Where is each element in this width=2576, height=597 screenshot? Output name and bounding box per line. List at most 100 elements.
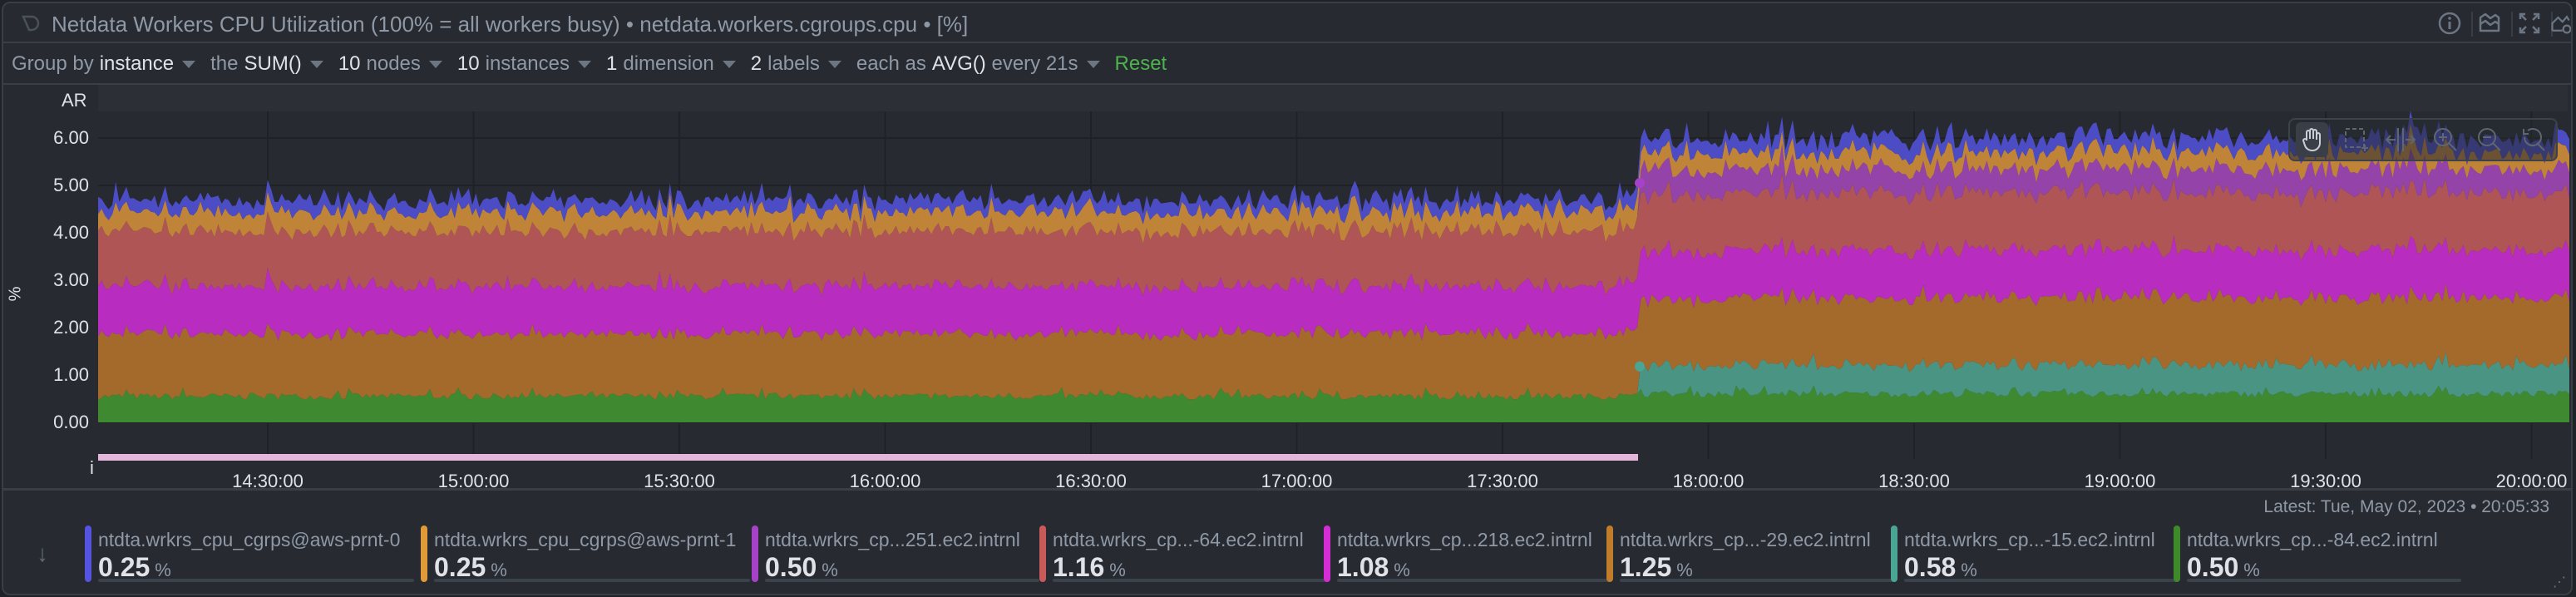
- time-aggregation-dropdown[interactable]: each as AVG() every 21s: [856, 52, 1100, 76]
- legend-bar: [1904, 579, 2179, 582]
- legend-value: 0.50: [765, 552, 817, 582]
- pan-button[interactable]: [2296, 122, 2329, 157]
- labels-dropdown[interactable]: 2 labels: [751, 52, 841, 76]
- instances-label: instances: [485, 52, 570, 75]
- legend-color-swatch: [2174, 525, 2180, 582]
- legend-item[interactable]: ntdta.wrkrs_cp...-29.ec2.intrnl 1.25%: [1606, 525, 1894, 584]
- legend-bar: [1337, 579, 1611, 582]
- group-by-value: instance: [99, 52, 175, 75]
- chart-type-icon[interactable]: [2476, 10, 2503, 37]
- latest-timestamp: Latest: Tue, May 02, 2023 • 20:05:33: [2263, 497, 2549, 516]
- pan-icon: [2302, 128, 2321, 151]
- reset-button[interactable]: Reset: [1115, 52, 1167, 76]
- series-start-marker: [1635, 178, 1645, 189]
- legend-bar: [98, 579, 414, 582]
- sort-down-arrow-icon[interactable]: ↓: [37, 540, 48, 567]
- legend-value: 0.50: [2187, 552, 2239, 582]
- time-aggregation-value: AVG(): [931, 52, 986, 75]
- legend-bar: [434, 579, 750, 582]
- nodes-dropdown[interactable]: 10 nodes: [338, 52, 442, 76]
- info-icon[interactable]: [2436, 10, 2463, 37]
- legend-label: ntdta.wrkrs_cp...218.ec2.intrnl: [1337, 529, 1592, 550]
- select-zoom-icon: [2345, 128, 2369, 151]
- zoom-in-icon: [2433, 128, 2457, 151]
- chevron-down-icon: [309, 60, 323, 68]
- dimensions-label: dimension: [623, 52, 714, 75]
- series-start-marker: [1635, 361, 1645, 372]
- group-by-dropdown[interactable]: Group by instance: [12, 52, 196, 76]
- aggregation-dropdown[interactable]: the SUM(): [210, 52, 323, 76]
- chevron-down-icon: [578, 60, 591, 68]
- legend-color-swatch: [421, 525, 427, 582]
- legend-unit: %: [155, 560, 171, 580]
- separator: [2511, 12, 2513, 37]
- legend-bar: [2187, 579, 2461, 582]
- legend-value: 0.58: [1904, 552, 1957, 582]
- legend-color-swatch: [1606, 525, 1613, 582]
- highlight-icon: [2386, 128, 2416, 151]
- legend-item[interactable]: ntdta.wrkrs_cpu_cgrps@aws-prnt-1 0.25%: [421, 525, 750, 584]
- nodes-count: 10: [338, 52, 361, 75]
- aggregation-value: SUM(): [244, 52, 302, 75]
- chevron-down-icon: [1086, 60, 1100, 68]
- chart-header: Netdata Workers CPU Utilization (100% = …: [3, 3, 2571, 43]
- legend-color-swatch: [1891, 525, 1897, 582]
- zoom-out-button[interactable]: [2467, 120, 2511, 160]
- legend-bar: [1620, 579, 1894, 582]
- legend-unit: %: [1109, 560, 1126, 580]
- chart-title: Netdata Workers CPU Utilization (100% = …: [52, 12, 969, 37]
- legend-value: 1.08: [1337, 552, 1389, 582]
- select-zoom-button[interactable]: [2334, 120, 2378, 160]
- dimensions-count: 1: [606, 52, 618, 75]
- legend-item[interactable]: ntdta.wrkrs_cp...-15.ec2.intrnl 0.58%: [1891, 525, 2179, 584]
- legend-label: ntdta.wrkrs_cpu_cgrps@aws-prnt-1: [434, 529, 737, 550]
- highlight-button[interactable]: [2379, 120, 2423, 160]
- chart-area[interactable]: AR % 6.00 5.00 4.00 3.00 2.00 1.00 0.00 i 14:3…: [3, 85, 2573, 491]
- legend-color-swatch: [1324, 525, 1330, 582]
- legend-label: ntdta.wrkrs_cp...-84.ec2.intrnl: [2187, 529, 2438, 550]
- legend-color-swatch: [752, 525, 758, 582]
- chevron-down-icon: [182, 60, 196, 68]
- legend-color-swatch: [1039, 525, 1046, 582]
- fullscreen-icon[interactable]: [2516, 10, 2543, 37]
- group-by-label: Group by: [12, 52, 94, 75]
- info-row-bar[interactable]: [98, 454, 1638, 461]
- legend-label: ntdta.wrkrs_cp...-64.ec2.intrnl: [1053, 529, 1304, 550]
- legend-item[interactable]: ntdta.wrkrs_cp...251.ec2.intrnl 0.50%: [752, 525, 1039, 584]
- divider: [3, 488, 2571, 491]
- aggregation-label: the: [210, 52, 239, 75]
- legend-bar: [1053, 579, 1327, 582]
- legend-value: 1.16: [1053, 552, 1105, 582]
- legend-unit: %: [1961, 560, 1977, 580]
- legend-item[interactable]: ntdta.wrkrs_cp...-84.ec2.intrnl 0.50%: [2174, 525, 2461, 584]
- stacked-area-plot[interactable]: [3, 85, 2573, 489]
- legend-label: ntdta.wrkrs_cp...-29.ec2.intrnl: [1620, 529, 1871, 550]
- reset-zoom-button[interactable]: [2512, 120, 2556, 160]
- separator: [2471, 12, 2473, 37]
- dimensions-dropdown[interactable]: 1 dimension: [606, 52, 736, 76]
- legend-bar: [765, 579, 1039, 582]
- legend-value: 1.25: [1620, 552, 1672, 582]
- chevron-down-icon: [827, 60, 841, 68]
- info-row-label: i: [90, 457, 94, 478]
- resize-handle-icon[interactable]: ⋰: [2553, 574, 2566, 590]
- legend-unit: %: [1394, 560, 1410, 580]
- query-toolbar: Group by instance the SUM() 10 nodes 10 inst…: [3, 45, 2571, 85]
- legend-label: ntdta.wrkrs_cpu_cgrps@aws-prnt-0: [98, 529, 401, 550]
- chart-card: Netdata Workers CPU Utilization (100% = …: [2, 2, 2573, 595]
- every-label: every 21s: [991, 52, 1078, 75]
- nodes-label: nodes: [366, 52, 421, 75]
- zoom-in-button[interactable]: [2423, 120, 2467, 160]
- zoom-out-icon: [2478, 128, 2501, 151]
- labels-label: labels: [767, 52, 820, 75]
- legend-item[interactable]: ntdta.wrkrs_cp...218.ec2.intrnl 1.08%: [1324, 525, 1611, 584]
- legend-item[interactable]: ntdta.wrkrs_cpu_cgrps@aws-prnt-0 0.25%: [85, 525, 414, 584]
- legend-value: 0.25: [434, 552, 486, 582]
- add-to-dashboard-icon[interactable]: [2549, 10, 2573, 37]
- legend-label: ntdta.wrkrs_cp...251.ec2.intrnl: [765, 529, 1020, 550]
- labels-count: 2: [750, 52, 762, 75]
- chevron-down-icon: [722, 60, 736, 68]
- legend-item[interactable]: ntdta.wrkrs_cp...-64.ec2.intrnl 1.16%: [1039, 525, 1327, 584]
- instances-dropdown[interactable]: 10 instances: [457, 52, 591, 76]
- legend-value: 0.25: [98, 552, 151, 582]
